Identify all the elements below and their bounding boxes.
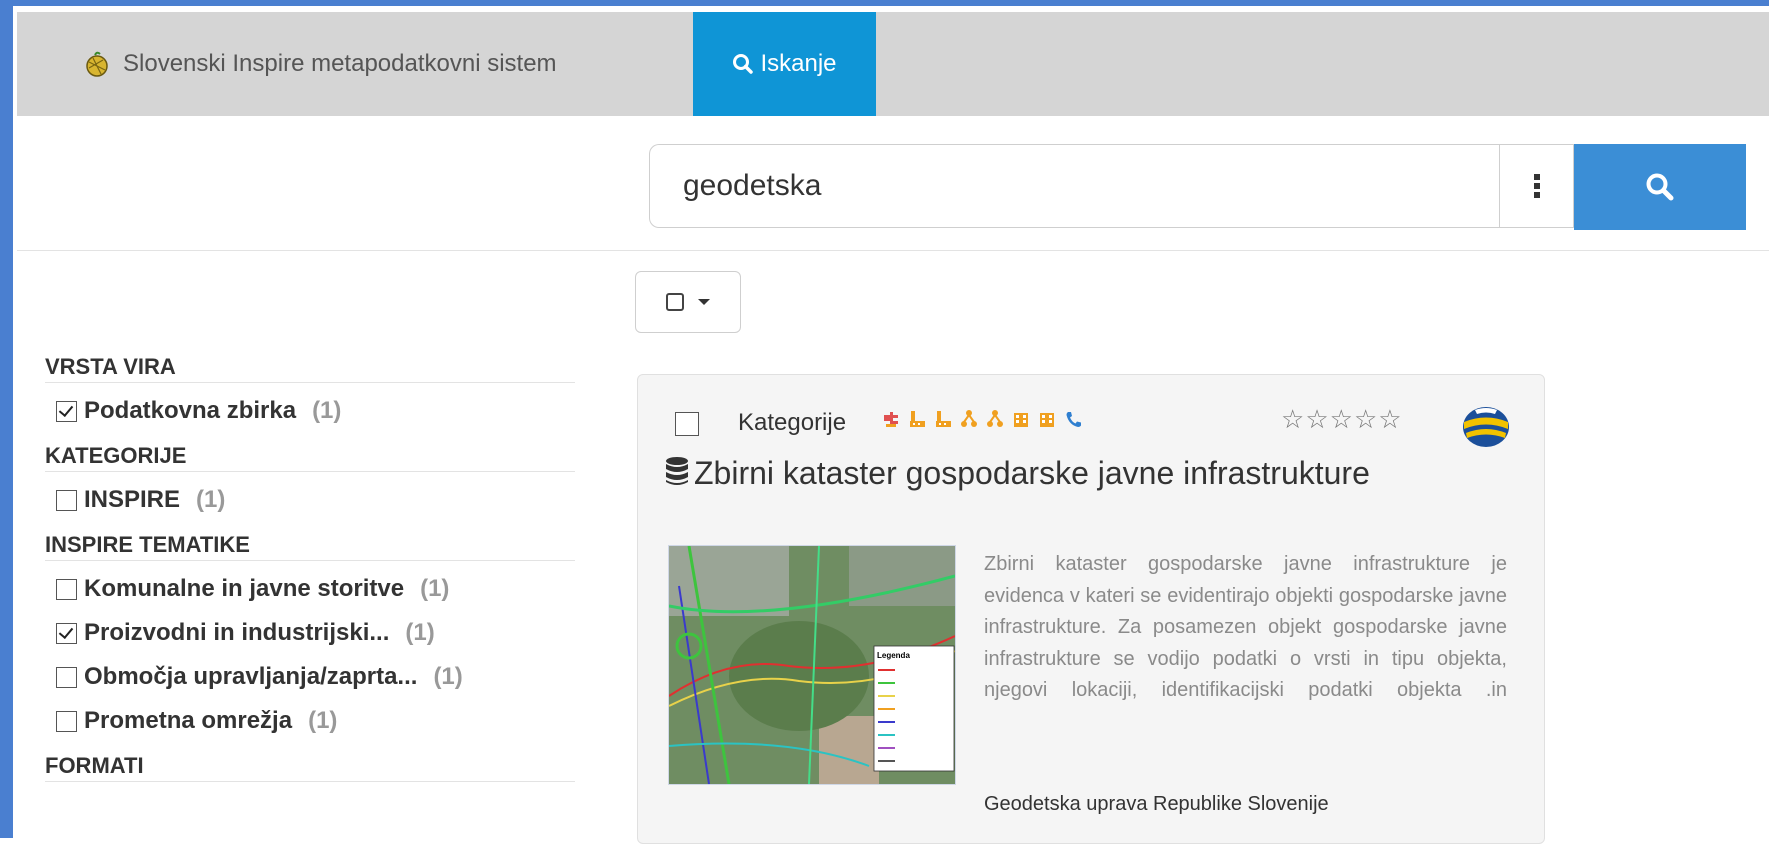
facet-label: Podatkovna zbirka bbox=[84, 397, 297, 424]
search-icon bbox=[733, 54, 754, 74]
phone-icon bbox=[1066, 412, 1081, 427]
categories-label: Kategorije bbox=[738, 409, 847, 436]
facet-checkbox[interactable] bbox=[56, 578, 77, 600]
select-all-checkbox bbox=[666, 293, 684, 311]
brand-link[interactable]: Slovenski Inspire metapodatkovni sistem bbox=[83, 50, 557, 78]
thumbnail-legend-title: Legenda bbox=[877, 651, 910, 660]
database-icon bbox=[666, 457, 688, 485]
facet-count: (1) bbox=[312, 397, 342, 424]
facet-label: Proizvodni in industrijski... bbox=[84, 619, 390, 646]
search-input[interactable] bbox=[649, 144, 1499, 228]
facet-title-formati: FORMATI bbox=[45, 751, 575, 782]
facet-count: (1) bbox=[433, 663, 463, 690]
rating-stars[interactable]: ☆ ☆ ☆ ☆ ☆ bbox=[1281, 405, 1403, 435]
facet-checkbox[interactable] bbox=[56, 666, 77, 688]
facet-count: (1) bbox=[420, 575, 450, 602]
search-submit-button[interactable] bbox=[1574, 144, 1746, 230]
select-all-dropdown[interactable] bbox=[635, 271, 741, 333]
category-icons bbox=[882, 409, 1090, 429]
facet-checkbox[interactable] bbox=[56, 622, 77, 644]
window-frame-top bbox=[0, 0, 1769, 6]
facet-item-inspire[interactable]: INSPIRE (1) bbox=[45, 478, 575, 522]
search-options-button[interactable] bbox=[1499, 144, 1574, 228]
tab-search[interactable]: Iskanje bbox=[693, 12, 876, 116]
network-icon bbox=[961, 410, 977, 427]
result-abstract: Zbirni kataster gospodarske javne infras… bbox=[984, 553, 1507, 701]
facet-title-kategorije: KATEGORIJE bbox=[45, 441, 575, 472]
result-thumbnail[interactable]: Legenda bbox=[668, 545, 956, 785]
organisation-logo-icon bbox=[1463, 407, 1509, 447]
facet-panel: VRSTA VIRA Podatkovna zbirka (1) KATEGOR… bbox=[45, 352, 575, 788]
industry-icon bbox=[936, 411, 951, 427]
facet-item-podatkovna-zbirka[interactable]: Podatkovna zbirka (1) bbox=[45, 389, 575, 433]
result-title[interactable]: Zbirni kataster gospodarske javne infras… bbox=[664, 453, 1484, 493]
star-icon[interactable]: ☆ bbox=[1305, 405, 1328, 435]
brand-text: Slovenski Inspire metapodatkovni sistem bbox=[123, 50, 557, 77]
window-frame-left bbox=[0, 0, 13, 838]
industry-icon bbox=[910, 411, 925, 427]
building-icon bbox=[1040, 413, 1054, 427]
facet-checkbox[interactable] bbox=[56, 400, 77, 422]
result-organisation: Geodetska uprava Republike Slovenije bbox=[984, 793, 1329, 815]
brand-logo-icon bbox=[86, 51, 108, 77]
facet-count: (1) bbox=[308, 707, 338, 734]
facet-title-vrsta-vira: VRSTA VIRA bbox=[45, 352, 575, 383]
facet-item-komunalne[interactable]: Komunalne in javne storitve (1) bbox=[45, 567, 575, 611]
facet-count: (1) bbox=[196, 486, 226, 513]
facet-checkbox[interactable] bbox=[56, 710, 77, 732]
facet-label: Komunalne in javne storitve bbox=[84, 575, 405, 602]
facet-label: Območja upravljanja/zaprta... bbox=[84, 663, 418, 690]
navbar: Slovenski Inspire metapodatkovni sistem … bbox=[17, 12, 1769, 116]
search-icon bbox=[1646, 173, 1674, 201]
network-icon bbox=[987, 410, 1003, 427]
building-icon bbox=[1014, 413, 1028, 427]
facet-item-prometna[interactable]: Prometna omrežja (1) bbox=[45, 699, 575, 743]
result-select-checkbox[interactable] bbox=[675, 412, 699, 436]
star-icon[interactable]: ☆ bbox=[1330, 405, 1353, 435]
utility-icon bbox=[884, 412, 898, 427]
search-bar bbox=[649, 144, 1746, 230]
facet-item-obmocja[interactable]: Območja upravljanja/zaprta... (1) bbox=[45, 655, 575, 699]
facet-checkbox[interactable] bbox=[56, 489, 77, 511]
result-title-text: Zbirni kataster gospodarske javne infras… bbox=[694, 455, 1370, 491]
facet-label: INSPIRE bbox=[84, 486, 181, 513]
divider bbox=[17, 250, 1769, 251]
caret-down-icon bbox=[698, 299, 710, 305]
facet-title-inspire-tematike: INSPIRE TEMATIKE bbox=[45, 530, 575, 561]
star-icon[interactable]: ☆ bbox=[1354, 405, 1377, 435]
facet-label: Prometna omrežja bbox=[84, 707, 293, 734]
vertical-ellipsis-icon bbox=[1533, 174, 1540, 198]
star-icon[interactable]: ☆ bbox=[1378, 405, 1401, 435]
facet-item-proizvodni[interactable]: Proizvodni in industrijski... (1) bbox=[45, 611, 575, 655]
star-icon[interactable]: ☆ bbox=[1281, 405, 1304, 435]
facet-count: (1) bbox=[405, 619, 435, 646]
map-thumbnail-image: Legenda bbox=[669, 546, 955, 784]
tab-search-label: Iskanje bbox=[760, 50, 837, 77]
result-card: Kategorije ☆ ☆ ☆ ☆ ☆ Zbirni kataster gos… bbox=[637, 374, 1545, 844]
